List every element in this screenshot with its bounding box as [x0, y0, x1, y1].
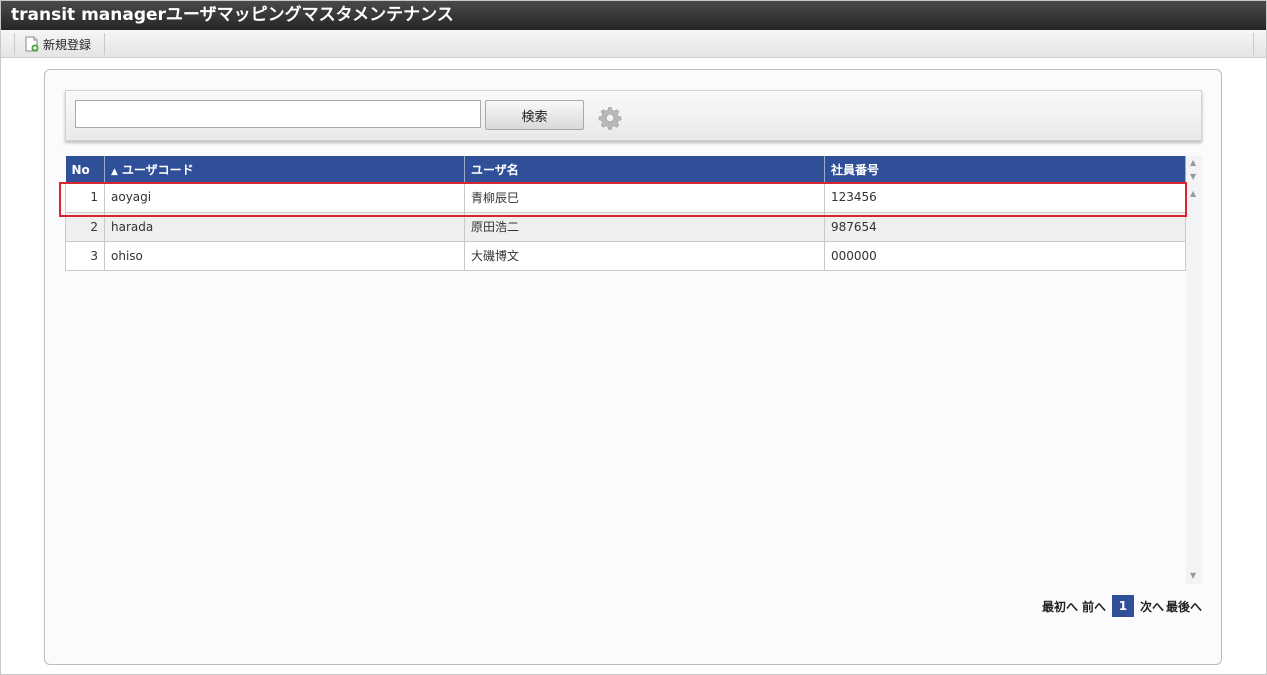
cell-employee-number: 123456: [824, 183, 1186, 213]
column-header-no[interactable]: No: [65, 156, 105, 183]
cell-no: 2: [65, 212, 105, 242]
cell-user-name: 青柳辰巳: [464, 183, 825, 213]
search-input[interactable]: [75, 100, 481, 128]
cell-user-code[interactable]: aoyagi: [104, 183, 465, 213]
pager-prev-link[interactable]: 前へ: [1082, 598, 1106, 615]
search-button[interactable]: 検索: [485, 100, 584, 130]
cell-employee-number: 987654: [824, 212, 1186, 242]
pager-current-page[interactable]: 1: [1111, 595, 1134, 617]
pager-last-link[interactable]: 最後へ: [1166, 598, 1202, 615]
pager-next-link[interactable]: 次へ: [1140, 598, 1164, 615]
user-mapping-table: No ▲ ユーザコード ユーザ名 社員番号 1 aoyagi 青柳辰巳 12345…: [65, 156, 1186, 271]
toolbar: 新規登録: [1, 30, 1266, 58]
vertical-scrollbar[interactable]: ▲ ▼ ▲ ▼: [1186, 156, 1202, 584]
table-row[interactable]: 2 harada 原田浩二 987654: [65, 212, 1186, 242]
gear-icon[interactable]: [598, 106, 622, 130]
new-register-button[interactable]: 新規登録: [15, 33, 105, 55]
scroll-up-icon[interactable]: ▲: [1190, 190, 1196, 198]
sort-ascending-icon: ▲: [111, 167, 118, 177]
table-header-row: No ▲ ユーザコード ユーザ名 社員番号: [65, 156, 1186, 183]
cell-user-code[interactable]: harada: [104, 212, 465, 242]
toolbar-divider: [1253, 33, 1254, 55]
cell-no: 1: [65, 183, 105, 213]
cell-user-name: 大磯博文: [464, 241, 825, 271]
scroll-down-icon[interactable]: ▼: [1190, 173, 1196, 181]
cell-user-code[interactable]: ohiso: [104, 241, 465, 271]
column-header-user-name[interactable]: ユーザ名: [464, 156, 825, 183]
table-row[interactable]: 3 ohiso 大磯博文 000000: [65, 241, 1186, 271]
cell-user-name: 原田浩二: [464, 212, 825, 242]
column-header-employee-number[interactable]: 社員番号: [824, 156, 1186, 183]
cell-employee-number: 000000: [824, 241, 1186, 271]
new-register-label: 新規登録: [43, 37, 92, 52]
new-document-icon: [25, 36, 39, 52]
scroll-down-icon[interactable]: ▼: [1190, 572, 1196, 580]
scroll-up-icon[interactable]: ▲: [1190, 159, 1196, 167]
pagination: 最初へ 前へ 1 次へ 最後へ: [1042, 595, 1202, 617]
pager-first-link[interactable]: 最初へ: [1042, 598, 1078, 615]
cell-no: 3: [65, 241, 105, 271]
column-header-user-code[interactable]: ▲ ユーザコード: [104, 156, 465, 183]
table-row[interactable]: 1 aoyagi 青柳辰巳 123456: [65, 183, 1186, 213]
window-title: transit managerユーザマッピングマスタメンテナンス: [1, 1, 1266, 30]
